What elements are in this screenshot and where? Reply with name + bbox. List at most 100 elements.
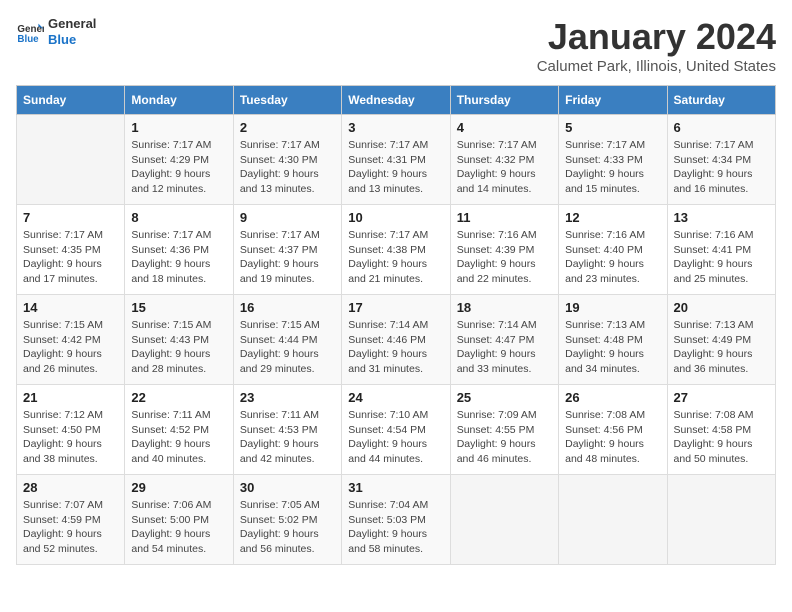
calendar-cell: 3 Sunrise: 7:17 AMSunset: 4:31 PMDaylight… (342, 115, 450, 205)
day-number: 18 (457, 300, 552, 315)
day-number: 22 (131, 390, 226, 405)
header-thursday: Thursday (450, 86, 558, 115)
day-info: Sunrise: 7:08 AMSunset: 4:58 PMDaylight:… (674, 408, 769, 467)
day-number: 19 (565, 300, 660, 315)
calendar-cell: 30Sunrise: 7:05 AMSunset: 5:02 PMDayligh… (233, 475, 341, 565)
calendar-cell: 12Sunrise: 7:16 AMSunset: 4:40 PMDayligh… (559, 205, 667, 295)
calendar-cell: 2Sunrise: 7:17 AMSunset: 4:30 PMDaylight… (233, 115, 341, 205)
header-tuesday: Tuesday (233, 86, 341, 115)
day-info: Sunrise: 7:17 AMSunset: 4:32 PMDaylight:… (457, 138, 552, 197)
day-info: Sunrise: 7:17 AMSunset: 4:36 PMDaylight:… (131, 228, 226, 287)
day-info: Sunrise: 7:17 AMSunset: 4:37 PMDaylight:… (240, 228, 335, 287)
day-info: Sunrise: 7:17 AMSunset: 4:31 PMDaylight:… (348, 138, 443, 197)
calendar-week-row: 7Sunrise: 7:17 AMSunset: 4:35 PMDaylight… (17, 205, 776, 295)
day-info: Sunrise: 7:17 AMSunset: 4:38 PMDaylight:… (348, 228, 443, 287)
svg-text:Blue: Blue (17, 33, 39, 44)
day-number: 12 (565, 210, 660, 225)
calendar-cell: 21Sunrise: 7:12 AMSunset: 4:50 PMDayligh… (17, 385, 125, 475)
day-info: Sunrise: 7:13 AMSunset: 4:48 PMDaylight:… (565, 318, 660, 377)
calendar-cell (17, 115, 125, 205)
calendar-header-row: SundayMondayTuesdayWednesdayThursdayFrid… (17, 86, 776, 115)
calendar-cell: 4 Sunrise: 7:17 AMSunset: 4:32 PMDaylight… (450, 115, 558, 205)
header: General Blue General Blue January 2024 C… (16, 16, 776, 75)
day-number: 16 (240, 300, 335, 315)
day-info: Sunrise: 7:15 AMSunset: 4:42 PMDaylight:… (23, 318, 118, 377)
calendar-table: SundayMondayTuesdayWednesdayThursdayFrid… (16, 85, 776, 565)
day-number: 25 (457, 390, 552, 405)
day-info: Sunrise: 7:17 AMSunset: 4:35 PMDaylight:… (23, 228, 118, 287)
calendar-cell: 27 Sunrise: 7:08 AMSunset: 4:58 PMDayligh… (667, 385, 775, 475)
day-number: 10 (348, 210, 443, 225)
day-number: 4 (457, 120, 552, 135)
day-info: Sunrise: 7:08 AMSunset: 4:56 PMDaylight:… (565, 408, 660, 467)
header-wednesday: Wednesday (342, 86, 450, 115)
day-info: Sunrise: 7:17 AMSunset: 4:34 PMDaylight:… (674, 138, 769, 197)
day-info: Sunrise: 7:11 AMSunset: 4:52 PMDaylight:… (131, 408, 226, 467)
page-subtitle: Calumet Park, Illinois, United States (537, 58, 776, 75)
calendar-cell: 7Sunrise: 7:17 AMSunset: 4:35 PMDaylight… (17, 205, 125, 295)
calendar-cell: 17Sunrise: 7:14 AMSunset: 4:46 PMDayligh… (342, 295, 450, 385)
calendar-cell: 29 Sunrise: 7:06 AMSunset: 5:00 PMDayligh… (125, 475, 233, 565)
calendar-cell: 13 Sunrise: 7:16 AMSunset: 4:41 PMDayligh… (667, 205, 775, 295)
day-number: 15 (131, 300, 226, 315)
day-number: 26 (565, 390, 660, 405)
page-title: January 2024 (537, 16, 776, 58)
day-info: Sunrise: 7:15 AMSunset: 4:43 PMDaylight:… (131, 318, 226, 377)
day-info: Sunrise: 7:09 AMSunset: 4:55 PMDaylight:… (457, 408, 552, 467)
day-info: Sunrise: 7:17 AMSunset: 4:33 PMDaylight:… (565, 138, 660, 197)
calendar-cell (450, 475, 558, 565)
day-number: 31 (348, 480, 443, 495)
calendar-week-row: 21Sunrise: 7:12 AMSunset: 4:50 PMDayligh… (17, 385, 776, 475)
day-number: 3 (348, 120, 443, 135)
calendar-cell: 14 Sunrise: 7:15 AMSunset: 4:42 PMDayligh… (17, 295, 125, 385)
calendar-cell: 11Sunrise: 7:16 AMSunset: 4:39 PMDayligh… (450, 205, 558, 295)
day-number: 20 (674, 300, 769, 315)
day-info: Sunrise: 7:06 AMSunset: 5:00 PMDaylight:… (131, 498, 226, 557)
calendar-cell: 24Sunrise: 7:10 AMSunset: 4:54 PMDayligh… (342, 385, 450, 475)
day-info: Sunrise: 7:13 AMSunset: 4:49 PMDaylight:… (674, 318, 769, 377)
calendar-cell: 28Sunrise: 7:07 AMSunset: 4:59 PMDayligh… (17, 475, 125, 565)
day-info: Sunrise: 7:17 AMSunset: 4:29 PMDaylight:… (131, 138, 226, 197)
calendar-cell: 20 Sunrise: 7:13 AMSunset: 4:49 PMDayligh… (667, 295, 775, 385)
calendar-cell: 23 Sunrise: 7:11 AMSunset: 4:53 PMDayligh… (233, 385, 341, 475)
header-monday: Monday (125, 86, 233, 115)
day-info: Sunrise: 7:15 AMSunset: 4:44 PMDaylight:… (240, 318, 335, 377)
day-info: Sunrise: 7:12 AMSunset: 4:50 PMDaylight:… (23, 408, 118, 467)
day-number: 28 (23, 480, 118, 495)
day-number: 5 (565, 120, 660, 135)
day-number: 6 (674, 120, 769, 135)
calendar-cell: 25 Sunrise: 7:09 AMSunset: 4:55 PMDayligh… (450, 385, 558, 475)
header-sunday: Sunday (17, 86, 125, 115)
day-number: 2 (240, 120, 335, 135)
header-saturday: Saturday (667, 86, 775, 115)
logo-icon: General Blue (16, 18, 44, 46)
day-number: 1 (131, 120, 226, 135)
calendar-cell: 18 Sunrise: 7:14 AMSunset: 4:47 PMDayligh… (450, 295, 558, 385)
calendar-cell: 8 Sunrise: 7:17 AMSunset: 4:36 PMDaylight… (125, 205, 233, 295)
day-info: Sunrise: 7:05 AMSunset: 5:02 PMDaylight:… (240, 498, 335, 557)
calendar-cell: 1 Sunrise: 7:17 AMSunset: 4:29 PMDaylight… (125, 115, 233, 205)
calendar-cell: 15 Sunrise: 7:15 AMSunset: 4:43 PMDayligh… (125, 295, 233, 385)
day-number: 8 (131, 210, 226, 225)
calendar-week-row: 1 Sunrise: 7:17 AMSunset: 4:29 PMDaylight… (17, 115, 776, 205)
day-info: Sunrise: 7:14 AMSunset: 4:47 PMDaylight:… (457, 318, 552, 377)
calendar-cell (559, 475, 667, 565)
calendar-week-row: 14 Sunrise: 7:15 AMSunset: 4:42 PMDayligh… (17, 295, 776, 385)
calendar-cell: 31Sunrise: 7:04 AMSunset: 5:03 PMDayligh… (342, 475, 450, 565)
day-number: 14 (23, 300, 118, 315)
day-number: 27 (674, 390, 769, 405)
calendar-cell: 22 Sunrise: 7:11 AMSunset: 4:52 PMDayligh… (125, 385, 233, 475)
day-number: 23 (240, 390, 335, 405)
day-number: 13 (674, 210, 769, 225)
day-info: Sunrise: 7:11 AMSunset: 4:53 PMDaylight:… (240, 408, 335, 467)
day-info: Sunrise: 7:10 AMSunset: 4:54 PMDaylight:… (348, 408, 443, 467)
title-section: January 2024 Calumet Park, Illinois, Uni… (537, 16, 776, 75)
calendar-cell: 6 Sunrise: 7:17 AMSunset: 4:34 PMDaylight… (667, 115, 775, 205)
calendar-cell: 5 Sunrise: 7:17 AMSunset: 4:33 PMDaylight… (559, 115, 667, 205)
day-info: Sunrise: 7:14 AMSunset: 4:46 PMDaylight:… (348, 318, 443, 377)
calendar-cell: 16 Sunrise: 7:15 AMSunset: 4:44 PMDayligh… (233, 295, 341, 385)
day-number: 29 (131, 480, 226, 495)
day-info: Sunrise: 7:16 AMSunset: 4:41 PMDaylight:… (674, 228, 769, 287)
calendar-cell: 10 Sunrise: 7:17 AMSunset: 4:38 PMDayligh… (342, 205, 450, 295)
logo: General Blue General Blue (16, 16, 96, 47)
